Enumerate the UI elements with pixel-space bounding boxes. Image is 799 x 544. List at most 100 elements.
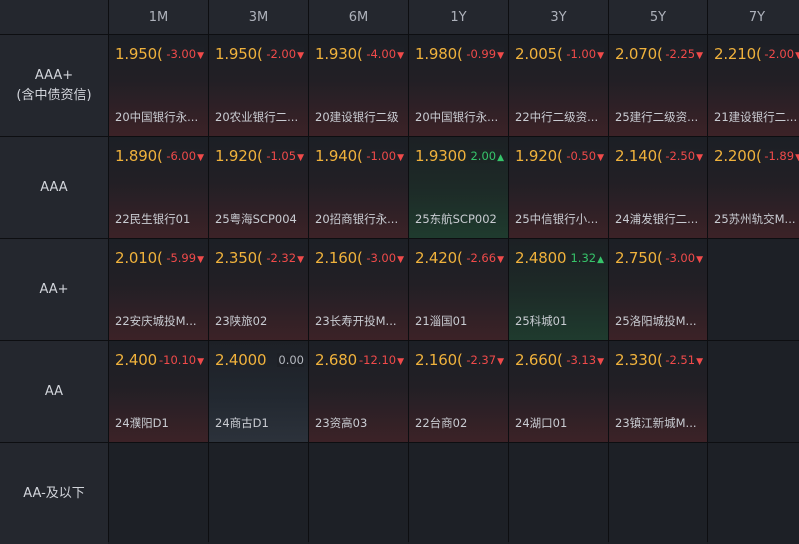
bond-name: 20建设银行二级 xyxy=(315,110,399,124)
bond-cell[interactable]: 2.160(-2.37▼ 22台商02 xyxy=(409,341,508,442)
bond-cell[interactable]: 1.930(-4.00▼ 20建设银行二级 xyxy=(309,35,408,136)
bond-cell[interactable]: 2.350(-2.32▼ 23陕旅02 xyxy=(209,239,308,340)
column-header-1m[interactable]: 1M xyxy=(109,0,208,34)
change-text: -3.00 xyxy=(166,47,197,61)
column-header-3m[interactable]: 3M xyxy=(209,0,308,34)
change-value: 1.32▲ xyxy=(569,251,604,265)
triangle-down-icon: ▼ xyxy=(397,255,404,265)
triangle-down-icon: ▼ xyxy=(696,153,703,163)
bond-cell[interactable]: 2.010(-5.99▼ 22安庆城投M... xyxy=(109,239,208,340)
column-header-3y[interactable]: 3Y xyxy=(509,0,608,34)
row-header[interactable]: AA+ xyxy=(0,239,108,340)
bond-cell[interactable]: 2.070(-2.25▼ 25建行二级资... xyxy=(609,35,707,136)
triangle-down-icon: ▼ xyxy=(397,357,404,367)
bond-cell[interactable]: 2.4000 0.00 24商古D1 xyxy=(209,341,308,442)
row-header[interactable]: AA xyxy=(0,341,108,442)
row-label: AA xyxy=(44,383,64,399)
bond-cell[interactable]: 1.9300 2.00▲ 25东航SCP002 xyxy=(409,137,508,238)
row-header[interactable]: AAA xyxy=(0,137,108,238)
triangle-down-icon: ▼ xyxy=(297,153,304,163)
cell-top: 2.005(-1.00▼ xyxy=(515,44,604,63)
yield-value: 2.660( xyxy=(515,351,563,369)
bond-cell[interactable]: 2.680(-12.10▼ 23资高03 xyxy=(309,341,408,442)
change-value: -2.32▼ xyxy=(265,251,304,265)
bond-name: 25建行二级资... xyxy=(615,110,699,124)
row-label-sub: (含中债资信) xyxy=(16,87,92,103)
triangle-down-icon: ▼ xyxy=(597,357,604,367)
cell-top: 2.680(-12.10▼ xyxy=(315,350,404,369)
change-text: -2.51 xyxy=(665,353,696,367)
change-text: -2.00 xyxy=(266,47,297,61)
yield-value: 1.980( xyxy=(415,45,463,63)
bond-cell[interactable]: 2.200(-1.89▼ 25苏州轨交M... xyxy=(708,137,799,238)
bond-name: 25苏州轨交M... xyxy=(714,212,796,226)
column-header-6m[interactable]: 6M xyxy=(309,0,408,34)
bond-cell[interactable]: 1.890(-6.00▼ 22民生银行01 xyxy=(109,137,208,238)
change-value: -1.00▼ xyxy=(565,47,604,61)
triangle-down-icon: ▼ xyxy=(197,153,204,163)
cell-top: 1.950(-3.00▼ xyxy=(115,44,204,63)
bond-cell[interactable]: 2.4800 1.32▲ 25科城01 xyxy=(509,239,608,340)
cell-top: 2.210(-2.00▼ xyxy=(714,44,799,63)
cell-top: 2.420(-2.66▼ xyxy=(415,248,504,267)
row-header[interactable]: AA-及以下 xyxy=(0,443,108,544)
change-text: -0.50 xyxy=(566,149,597,163)
cell-top: 2.750(-3.00▼ xyxy=(615,248,703,267)
column-header-1y[interactable]: 1Y xyxy=(409,0,508,34)
column-header-7y[interactable]: 7Y xyxy=(708,0,799,34)
change-text: -12.10 xyxy=(359,353,397,367)
triangle-down-icon: ▼ xyxy=(795,153,799,163)
column-header-5y[interactable]: 5Y xyxy=(609,0,707,34)
bond-name: 25洛阳城投M... xyxy=(615,314,697,328)
yield-value: 1.950( xyxy=(215,45,263,63)
triangle-down-icon: ▼ xyxy=(197,255,204,265)
bond-name: 20中国银行永... xyxy=(415,110,499,124)
change-text: -3.13 xyxy=(566,353,597,367)
cell-top: 1.950(-2.00▼ xyxy=(215,44,304,63)
change-value: -2.25▼ xyxy=(664,47,703,61)
change-text: -0.99 xyxy=(466,47,497,61)
bond-name: 20招商银行永... xyxy=(315,212,399,226)
change-value: -4.00▼ xyxy=(365,47,404,61)
bond-name: 23长寿开投M... xyxy=(315,314,397,328)
bond-cell[interactable]: 2.400(-10.10▼ 24濮阳D1 xyxy=(109,341,208,442)
change-value: -2.50▼ xyxy=(664,149,703,163)
change-text: -1.05 xyxy=(266,149,297,163)
triangle-down-icon: ▼ xyxy=(696,51,703,61)
triangle-down-icon: ▼ xyxy=(497,51,504,61)
bond-cell[interactable]: 1.950(-2.00▼ 20农业银行二... xyxy=(209,35,308,136)
bond-cell[interactable]: 1.920(-0.50▼ 25中信银行小... xyxy=(509,137,608,238)
row-header[interactable]: AAA+ (含中债资信) xyxy=(0,35,108,136)
bond-name: 25中信银行小... xyxy=(515,212,599,226)
cell-top: 2.070(-2.25▼ xyxy=(615,44,703,63)
bond-cell[interactable]: 1.950(-3.00▼ 20中国银行永... xyxy=(109,35,208,136)
bond-name: 20中国银行永... xyxy=(115,110,199,124)
change-text: -3.00 xyxy=(665,251,696,265)
triangle-down-icon: ▼ xyxy=(397,153,404,163)
cell-top: 1.920(-0.50▼ xyxy=(515,146,604,165)
bond-cell[interactable]: 2.750(-3.00▼ 25洛阳城投M... xyxy=(609,239,707,340)
bond-cell[interactable]: 2.660(-3.13▼ 24湖口01 xyxy=(509,341,608,442)
bond-cell[interactable]: 1.920(-1.05▼ 25粤海SCP004 xyxy=(209,137,308,238)
bond-cell[interactable]: 2.005(-1.00▼ 22中行二级资... xyxy=(509,35,608,136)
change-value: -6.00▼ xyxy=(165,149,204,163)
bond-name: 21建设银行二... xyxy=(714,110,798,124)
bond-cell[interactable]: 2.210(-2.00▼ 21建设银行二... xyxy=(708,35,799,136)
cell-top: 2.200(-1.89▼ xyxy=(714,146,799,165)
bond-cell[interactable]: 2.160(-3.00▼ 23长寿开投M... xyxy=(309,239,408,340)
bond-name: 23镇江新城M... xyxy=(615,416,697,430)
bond-cell[interactable]: 2.420(-2.66▼ 21淄国01 xyxy=(409,239,508,340)
change-text: -2.00 xyxy=(764,47,795,61)
triangle-down-icon: ▼ xyxy=(197,51,204,61)
yield-value: 1.9300 xyxy=(415,147,467,165)
change-value: -3.00▼ xyxy=(365,251,404,265)
bond-cell[interactable]: 1.940(-1.00▼ 20招商银行永... xyxy=(309,137,408,238)
bond-cell[interactable]: 1.980(-0.99▼ 20中国银行永... xyxy=(409,35,508,136)
yield-value: 2.330( xyxy=(615,351,663,369)
change-value: -2.66▼ xyxy=(465,251,504,265)
bond-cell[interactable]: 2.140(-2.50▼ 24浦发银行二... xyxy=(609,137,707,238)
bond-cell[interactable]: 2.330(-2.51▼ 23镇江新城M... xyxy=(609,341,707,442)
change-text: -2.37 xyxy=(466,353,497,367)
triangle-down-icon: ▼ xyxy=(696,357,703,367)
cell-top: 2.330(-2.51▼ xyxy=(615,350,703,369)
